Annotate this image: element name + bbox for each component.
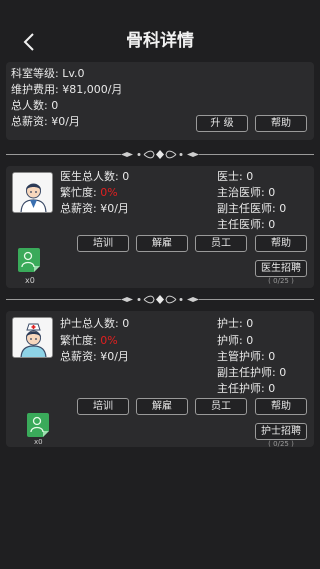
nurse-staff-button[interactable]: 员工 xyxy=(195,398,247,415)
doctor-icon xyxy=(13,173,52,212)
nurse-rank-item: 护士: 0 xyxy=(217,317,254,330)
nurse-recruit-button[interactable]: 护士招聘 xyxy=(255,423,307,440)
nurse-avatar xyxy=(12,317,53,358)
doctor-avatar xyxy=(12,172,53,213)
nurse-train-button[interactable]: 培训 xyxy=(77,398,129,415)
doctor-fire-button[interactable]: 解雇 xyxy=(136,235,188,252)
doctor-card-icon[interactable] xyxy=(18,248,40,272)
nurse-recruit-count: ( 0/25 ) xyxy=(268,440,294,448)
doctor-rank-item: 副主任医师: 0 xyxy=(217,202,287,215)
doctor-busy: 繁忙度: 0% xyxy=(60,186,118,200)
doctor-train-button[interactable]: 培训 xyxy=(77,235,129,252)
doctor-card-count: x0 xyxy=(25,276,35,285)
nurse-panel: 护士总人数: 0 繁忙度: 0% 总薪资: ¥0/月 护士: 0 护师: 0 主… xyxy=(6,311,314,448)
header-bar: 骨科详情 xyxy=(0,0,320,60)
nurse-card-count: x0 xyxy=(34,438,43,446)
nurse-total: 护士总人数: 0 xyxy=(60,317,130,330)
department-level: 科室等级: Lv.0 xyxy=(11,67,85,80)
doctor-total: 医生总人数: 0 xyxy=(60,170,130,183)
doctor-recruit-button[interactable]: 医生招聘 xyxy=(255,260,307,277)
nurse-help-button[interactable]: 帮助 xyxy=(255,398,307,415)
doctor-busy-value: 0% xyxy=(100,186,118,199)
page-title: 骨科详情 xyxy=(126,31,194,51)
total-people: 总人数: 0 xyxy=(11,99,59,112)
nurse-icon xyxy=(13,318,52,357)
ornament-divider xyxy=(6,150,314,159)
doctor-recruit-count: ( 0/25 ) xyxy=(268,277,294,285)
ornament-divider xyxy=(6,295,314,304)
doctor-rank-item: 医士: 0 xyxy=(217,170,254,183)
nurse-fire-button[interactable]: 解雇 xyxy=(136,398,188,415)
nurse-salary: 总薪资: ¥0/月 xyxy=(60,350,129,363)
maintenance-cost: 维护费用: ¥81,000/月 xyxy=(11,83,123,96)
nurse-rank-item: 副主任护师: 0 xyxy=(217,366,287,379)
doctor-staff-button[interactable]: 员工 xyxy=(195,235,247,252)
doctor-help-button[interactable]: 帮助 xyxy=(255,235,307,252)
doctor-rank-item: 主任医师: 0 xyxy=(217,218,276,231)
nurse-rank-item: 护师: 0 xyxy=(217,334,254,347)
total-salary: 总薪资: ¥0/月 xyxy=(11,115,80,128)
department-summary-panel: 科室等级: Lv.0 维护费用: ¥81,000/月 总人数: 0 总薪资: ¥… xyxy=(6,62,314,140)
nurse-rank-item: 主管护师: 0 xyxy=(217,350,276,363)
doctor-busy-label: 繁忙度: xyxy=(60,186,101,199)
nurse-busy-value: 0% xyxy=(100,334,118,347)
nurse-card-icon[interactable] xyxy=(27,413,49,437)
nurse-busy: 繁忙度: 0% xyxy=(60,334,118,348)
doctor-panel: 医生总人数: 0 繁忙度: 0% 总薪资: ¥0/月 医士: 0 主治医师: 0… xyxy=(6,166,314,288)
doctor-rank-item: 主治医师: 0 xyxy=(217,186,276,199)
upgrade-button[interactable]: 升 级 xyxy=(196,115,248,132)
doctor-salary: 总薪资: ¥0/月 xyxy=(60,202,129,215)
nurse-rank-item: 主任护师: 0 xyxy=(217,382,276,395)
summary-help-button[interactable]: 帮助 xyxy=(255,115,307,132)
nurse-busy-label: 繁忙度: xyxy=(60,334,101,347)
